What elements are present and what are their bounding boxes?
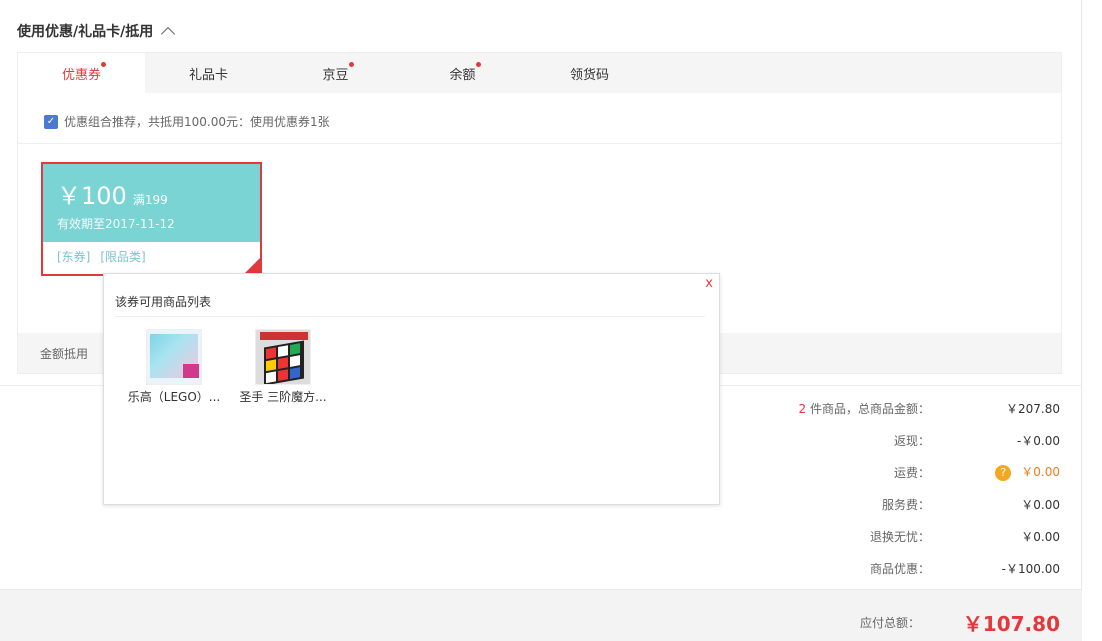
combo-checkbox[interactable]: ✓ (44, 114, 58, 129)
summary-row-cashback: 返现： -￥0.00 (700, 424, 1070, 456)
summary-value: -￥0.00 (1016, 433, 1060, 448)
product-item[interactable]: 乐高（LEGO）... (119, 329, 229, 405)
coupon-card[interactable]: ￥100 满199 有效期至2017-11-12 [东券] [限品类] (41, 162, 262, 276)
summary-label: 返现： (893, 433, 930, 448)
tab-gift-card[interactable]: 礼品卡 (145, 53, 272, 93)
chevron-up-icon[interactable] (161, 26, 176, 42)
divider (115, 316, 705, 317)
summary-row-shipping: 运费： ? ￥0.00 (700, 456, 1070, 488)
tab-label: 领货码 (569, 67, 609, 83)
summary-value: ￥0.00 (1021, 529, 1060, 544)
summary-value: ￥0.00 (1021, 497, 1060, 512)
coupon-condition: 满199 (132, 193, 168, 207)
popup-title: 该券可用商品列表 (115, 295, 212, 309)
summary-value: -￥100.00 (1001, 561, 1060, 576)
close-icon[interactable]: x (705, 276, 713, 291)
summary-label: 退换无忧： (869, 529, 930, 544)
coupon-tag-dongquan: [东券] (57, 250, 91, 264)
order-summary: 2 件商品，总商品金额： ￥207.80 返现： -￥0.00 运费： ? ￥0.… (700, 392, 1070, 584)
tab-balance[interactable]: 余额 (399, 53, 526, 93)
tab-jingdou[interactable]: 京豆 (272, 53, 399, 93)
section-title: 使用优惠/礼品卡/抵用 (17, 24, 154, 40)
tab-label: 优惠券 (61, 67, 101, 83)
summary-label: 件商品，总商品金额： (806, 401, 930, 416)
notification-dot (101, 62, 106, 67)
tab-pickup-code[interactable]: 领货码 (526, 53, 653, 93)
product-image-lego[interactable] (146, 329, 202, 385)
coupon-tag-limited[interactable]: [限品类] (100, 248, 145, 265)
coupon-amount: ￥100 (57, 182, 127, 210)
total-label: 应付总额： (860, 616, 921, 630)
summary-row-product-discount: 商品优惠： -￥100.00 (700, 552, 1070, 584)
product-item[interactable]: 圣手 三阶魔方... (228, 329, 338, 405)
selected-corner-icon (244, 258, 260, 274)
tab-label: 京豆 (322, 67, 349, 83)
tab-coupon[interactable]: 优惠券 (18, 53, 145, 93)
product-name[interactable]: 乐高（LEGO）... (119, 388, 229, 405)
notification-dot (349, 62, 354, 67)
discount-section-header[interactable]: 使用优惠/礼品卡/抵用 (17, 21, 176, 42)
summary-label: 商品优惠： (869, 561, 930, 576)
eligible-products-popup: x 该券可用商品列表 乐高（LEGO）... 圣手 三阶魔方... (103, 273, 720, 505)
divider (18, 143, 1061, 144)
coupon-header: ￥100 满199 有效期至2017-11-12 (43, 164, 260, 242)
summary-row-service-fee: 服务费： ￥0.00 (700, 488, 1070, 520)
tab-label: 礼品卡 (188, 67, 228, 83)
tab-label: 余额 (449, 67, 476, 83)
combo-recommend-row: ✓ 优惠组合推荐，共抵用100.00元：使用优惠券1张 (44, 113, 330, 130)
total-value: ￥107.80 (962, 612, 1060, 636)
summary-label: 运费： (893, 465, 930, 480)
summary-row-total-goods: 2 件商品，总商品金额： ￥207.80 (700, 392, 1070, 424)
summary-label: 服务费： (881, 497, 930, 512)
coupon-expiry: 有效期至2017-11-12 (57, 217, 175, 231)
product-name[interactable]: 圣手 三阶魔方... (228, 388, 338, 405)
help-icon[interactable]: ? (995, 465, 1012, 481)
discount-tabs: 优惠券 礼品卡 京豆 余额 领货码 (18, 53, 1061, 93)
page-right-border (1081, 0, 1082, 641)
summary-row-return-worry-free: 退换无忧： ￥0.00 (700, 520, 1070, 552)
coupon-tags: [东券] [限品类] (43, 242, 260, 265)
product-image-cube[interactable] (255, 329, 311, 385)
summary-value: ￥207.80 (1006, 401, 1060, 416)
payable-total-bar: 应付总额： ￥107.80 (0, 589, 1082, 641)
amount-deduction-label: 金额抵用 (40, 347, 89, 361)
notification-dot (476, 62, 481, 67)
summary-value: ￥0.00 (1021, 465, 1060, 479)
combo-text: 优惠组合推荐，共抵用100.00元：使用优惠券1张 (64, 115, 330, 129)
